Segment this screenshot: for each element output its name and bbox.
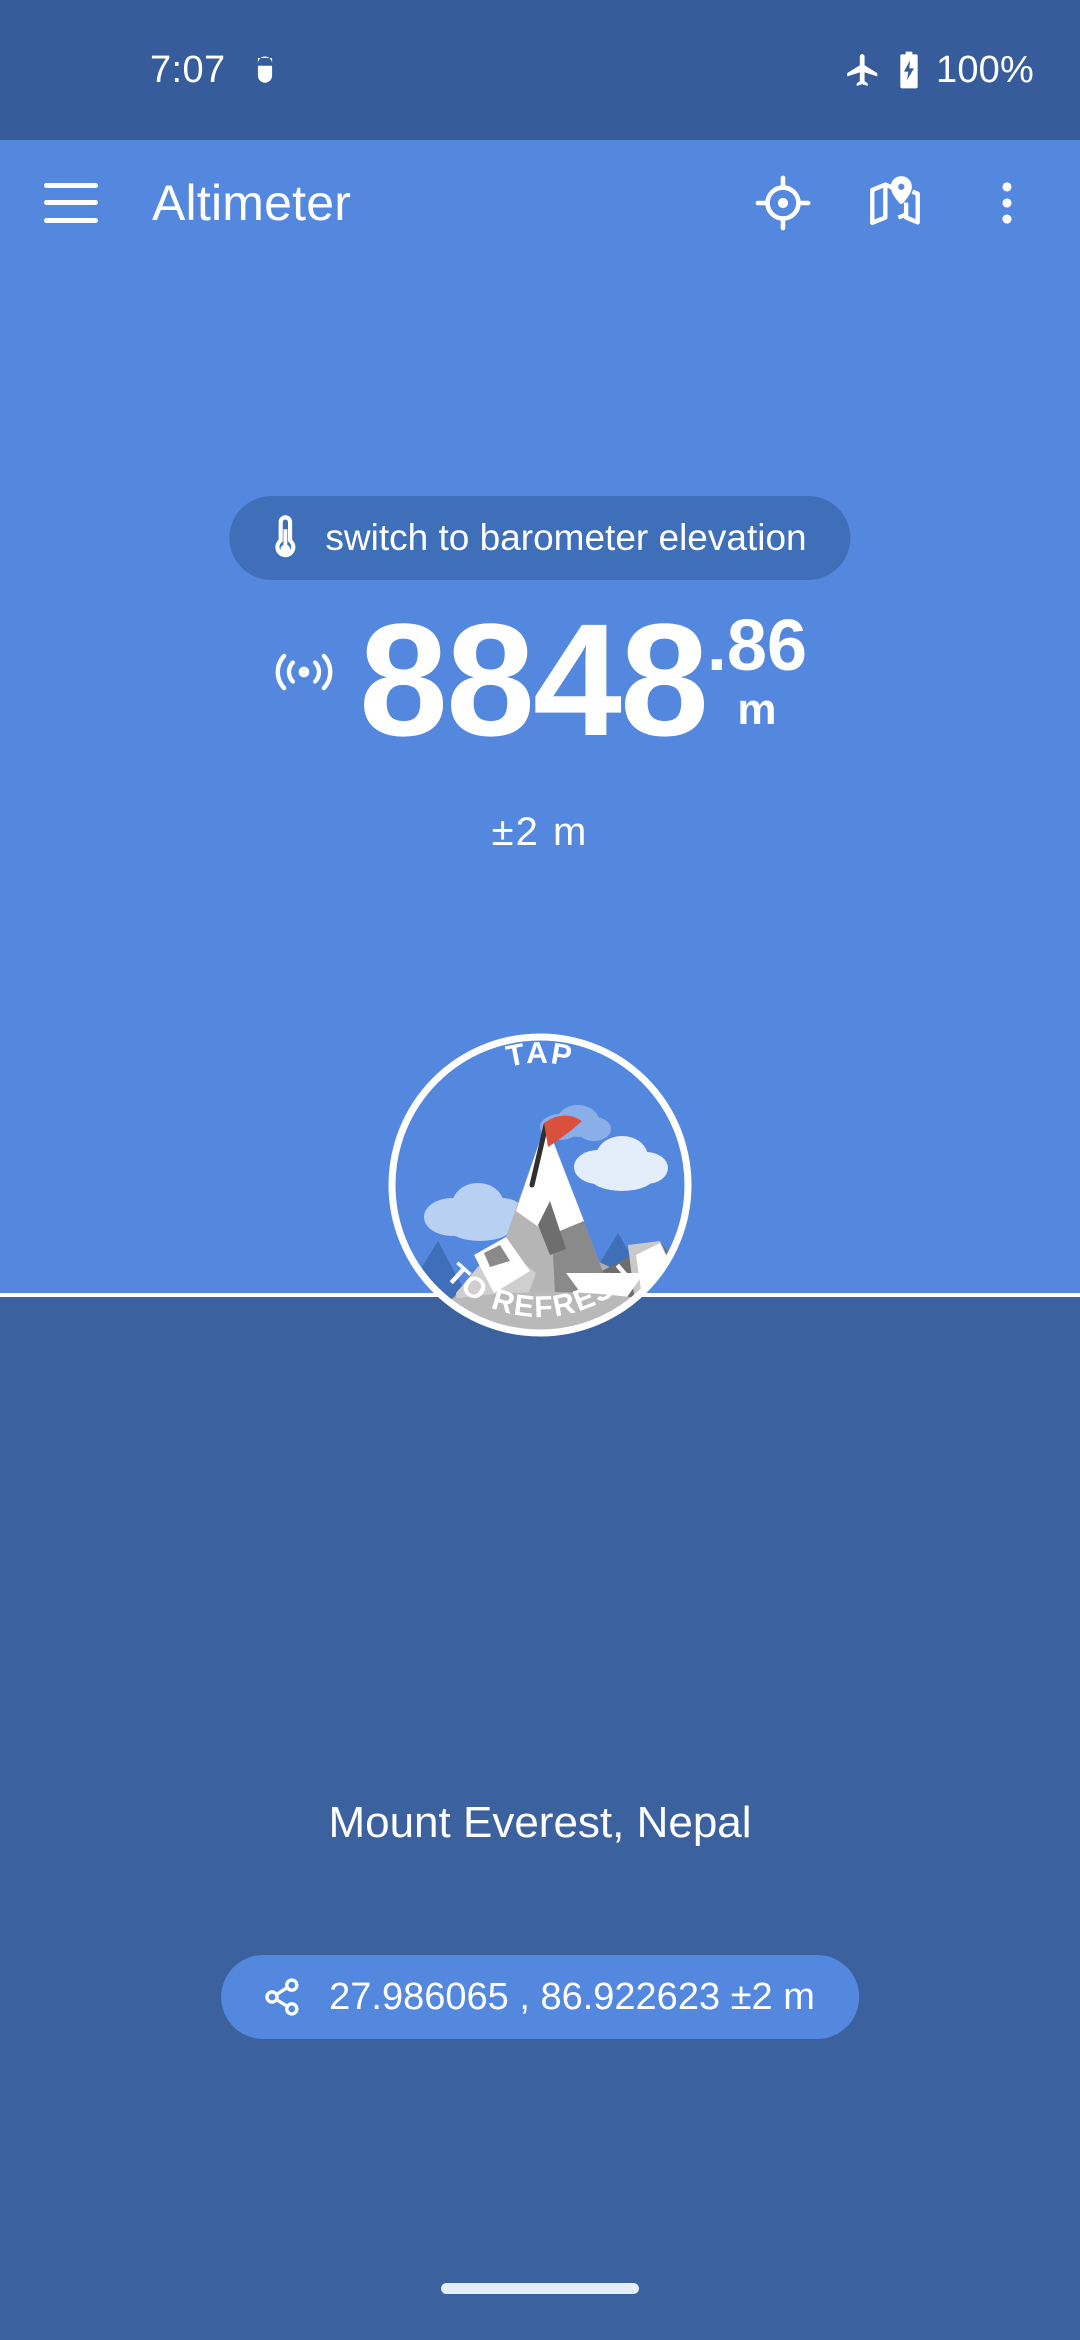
phone-screen: 7:07 100% Altimeter switch to barometer …	[0, 0, 1080, 2340]
place-name: Mount Everest, Nepal	[328, 1798, 752, 1847]
battery-percentage: 100%	[936, 48, 1034, 91]
airplane-mode-icon	[844, 51, 882, 89]
page-title: Altimeter	[152, 174, 352, 231]
elevation-readout: 8848 .86 m	[0, 590, 1080, 769]
home-gesture-pill[interactable]	[441, 2283, 639, 2294]
gps-signal-icon	[273, 646, 335, 698]
switch-to-barometer-label: switch to barometer elevation	[325, 517, 807, 558]
elevation-integer: 8848	[358, 590, 709, 769]
share-coordinates-button[interactable]: 27.986065 , 86.922623 ±2 m	[221, 1955, 859, 2039]
app-bar: Altimeter	[0, 140, 1080, 265]
android-debug-icon	[248, 52, 282, 88]
status-bar: 7:07 100%	[0, 0, 1080, 140]
map-pin-icon[interactable]	[858, 166, 932, 240]
switch-to-barometer-button[interactable]: switch to barometer elevation	[229, 496, 851, 580]
elevation-unit: m	[737, 684, 777, 734]
overflow-menu-icon[interactable]	[970, 166, 1044, 240]
status-bar-left: 7:07	[150, 49, 282, 92]
tap-to-refresh-button[interactable]: TAP TO REFRESH	[360, 1005, 720, 1365]
status-bar-right: 100%	[844, 49, 1034, 92]
thermometer-icon	[267, 514, 303, 562]
status-bar-clock: 7:07	[150, 48, 226, 91]
share-icon	[261, 1975, 303, 2019]
coordinates-label: 27.986065 , 86.922623 ±2 m	[329, 1975, 815, 2018]
app-bar-actions	[746, 166, 1044, 240]
hamburger-menu-icon[interactable]	[44, 182, 98, 223]
elevation-fraction: .86	[706, 606, 808, 686]
battery-charging-icon	[896, 50, 922, 90]
tap-label: TAP	[504, 1037, 576, 1074]
elevation-accuracy: ±2 m	[491, 810, 589, 854]
my-location-icon[interactable]	[746, 166, 820, 240]
elevation-fraction-group: .86 m	[706, 606, 808, 735]
